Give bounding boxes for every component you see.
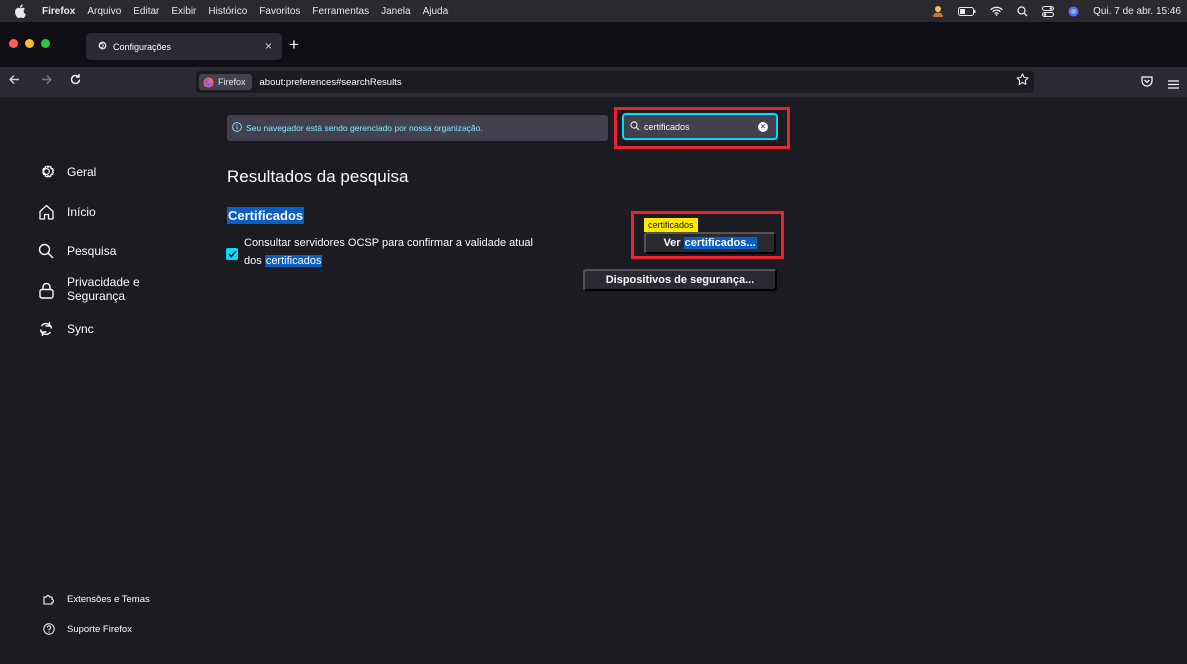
highlight-view-certificates xyxy=(631,211,784,259)
checkmark-icon xyxy=(227,250,237,258)
preferences-content: Seu navegador está sendo gerenciado por … xyxy=(0,97,1187,664)
sidebar-item-pesquisa[interactable]: Pesquisa xyxy=(36,243,116,259)
section-title-certificados: Certificados xyxy=(227,207,305,224)
menu-firefox[interactable]: Firefox xyxy=(42,6,75,17)
macos-menubar: Firefox Arquivo Editar Exibir Histórico … xyxy=(0,0,1187,22)
sidebar-item-label: Privacidade e Segurança xyxy=(67,275,140,303)
navigation-toolbar: Firefox about:preferences#searchResults xyxy=(0,67,1187,97)
sidebar-item-privacidade[interactable]: Privacidade e Segurança xyxy=(36,275,140,303)
bookmark-star-icon[interactable] xyxy=(1016,73,1029,91)
firefox-logo-icon xyxy=(203,76,214,88)
sidebar-item-geral[interactable]: Geral xyxy=(36,163,96,180)
siri-icon[interactable] xyxy=(1068,6,1079,17)
sidebar-item-label-line1: Privacidade e xyxy=(67,275,140,289)
home-icon xyxy=(36,204,56,220)
menu-favoritos[interactable]: Favoritos xyxy=(259,6,300,17)
lock-icon xyxy=(36,282,56,299)
url-bar[interactable]: Firefox about:preferences#searchResults xyxy=(196,71,1034,93)
sidebar-item-label: Início xyxy=(67,205,96,219)
minimize-window-button[interactable] xyxy=(25,39,34,48)
menu-exibir[interactable]: Exibir xyxy=(171,6,196,17)
tab-title: Configurações xyxy=(113,41,172,52)
menu-historico[interactable]: Histórico xyxy=(208,6,247,17)
menu-ferramentas[interactable]: Ferramentas xyxy=(312,6,369,17)
url-text[interactable]: about:preferences#searchResults xyxy=(260,77,402,88)
new-tab-button[interactable]: + xyxy=(289,36,299,54)
info-icon xyxy=(232,122,242,134)
highlight-search-box xyxy=(614,107,790,149)
policy-notice[interactable]: Seu navegador está sendo gerenciado por … xyxy=(227,115,608,141)
sidebar-item-label-line2: Segurança xyxy=(67,289,126,303)
ocsp-label-prefix: dos xyxy=(244,255,262,267)
tab-configuracoes[interactable]: Configurações × xyxy=(86,33,282,60)
reload-icon[interactable] xyxy=(69,73,82,89)
tab-close-button[interactable]: × xyxy=(265,39,272,53)
back-arrow-icon[interactable] xyxy=(8,73,21,89)
forward-arrow-icon[interactable] xyxy=(40,73,53,89)
ocsp-label-line1: Consultar servidores OCSP para confirmar… xyxy=(244,237,533,249)
ocsp-label[interactable]: Consultar servidores OCSP para confirmar… xyxy=(244,234,533,270)
search-match-highlight: certificados xyxy=(264,255,323,267)
gear-icon xyxy=(36,163,56,180)
window-controls xyxy=(9,39,50,48)
sidebar-item-suporte[interactable]: Suporte Firefox xyxy=(42,623,132,635)
security-devices-button[interactable]: Dispositivos de segurança... xyxy=(583,269,777,291)
wifi-icon[interactable] xyxy=(990,6,1003,16)
sidebar-item-label: Sync xyxy=(67,322,94,336)
identity-box[interactable]: Firefox xyxy=(199,74,252,90)
sidebar-foot-label: Suporte Firefox xyxy=(67,623,132,635)
menubar-clock[interactable]: Qui. 7 de abr. 15:46 xyxy=(1093,6,1181,17)
spotlight-search-icon[interactable] xyxy=(1017,5,1028,17)
menu-hamburger-icon[interactable] xyxy=(1168,76,1179,94)
policy-notice-text: Seu navegador está sendo gerenciado por … xyxy=(246,123,483,133)
sync-icon xyxy=(36,321,56,337)
ocsp-checkbox[interactable] xyxy=(226,248,238,260)
identity-label: Firefox xyxy=(218,77,246,87)
gear-icon xyxy=(96,40,107,53)
menubar-status-area: Qui. 7 de abr. 15:46 xyxy=(932,5,1187,17)
menu-arquivo[interactable]: Arquivo xyxy=(87,6,121,17)
ocsp-setting: Consultar servidores OCSP para confirmar… xyxy=(226,234,533,270)
control-center-icon[interactable] xyxy=(1042,5,1055,17)
menu-editar[interactable]: Editar xyxy=(133,6,159,17)
puzzle-icon xyxy=(42,593,56,605)
help-icon xyxy=(42,623,56,635)
pocket-icon[interactable] xyxy=(1141,74,1153,92)
sidebar-item-inicio[interactable]: Início xyxy=(36,204,96,220)
sidebar-item-extensoes[interactable]: Extensões e Temas xyxy=(42,593,150,605)
user-avatar-icon[interactable] xyxy=(932,5,944,17)
close-window-button[interactable] xyxy=(9,39,18,48)
zoom-window-button[interactable] xyxy=(41,39,50,48)
sidebar-item-sync[interactable]: Sync xyxy=(36,321,94,337)
tab-strip: Configurações × + xyxy=(0,22,1187,67)
apple-icon[interactable] xyxy=(14,4,28,18)
battery-icon[interactable] xyxy=(958,6,976,16)
sidebar-item-label: Geral xyxy=(67,164,97,179)
page-title: Resultados da pesquisa xyxy=(227,167,409,186)
menu-janela[interactable]: Janela xyxy=(381,6,410,17)
menu-ajuda[interactable]: Ajuda xyxy=(423,6,449,17)
search-icon xyxy=(36,243,56,259)
sidebar-foot-label: Extensões e Temas xyxy=(67,593,150,605)
sidebar-item-label: Pesquisa xyxy=(67,244,117,258)
